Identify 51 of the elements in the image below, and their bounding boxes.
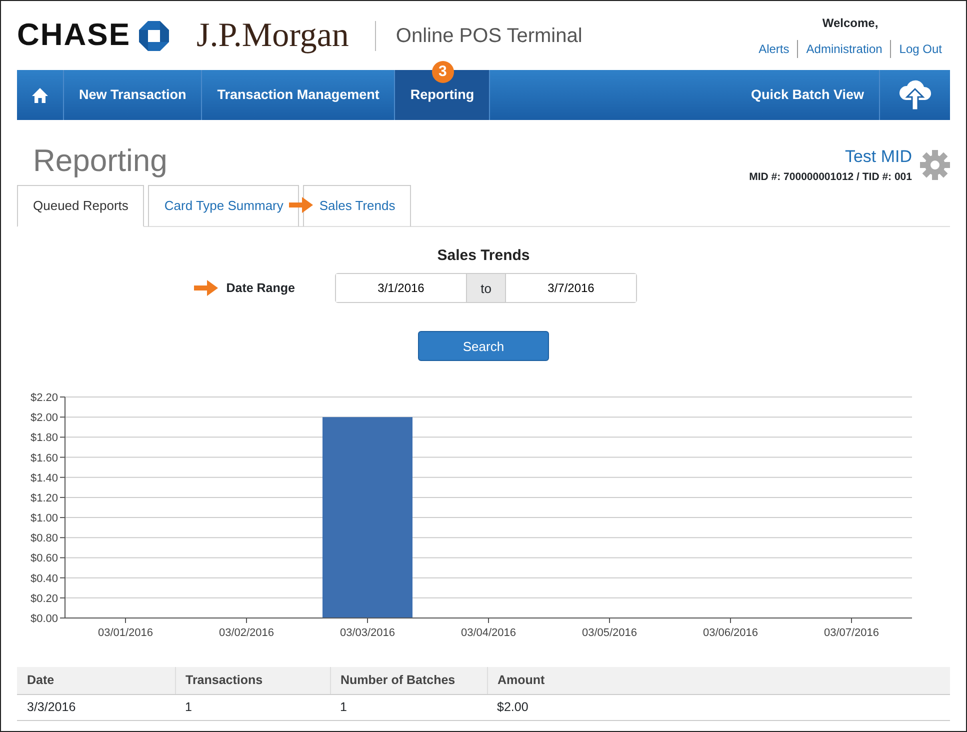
bank-logo-text: CHASE (17, 16, 131, 54)
y-tick-label: $1.20 (30, 492, 58, 505)
y-tick-label: $1.80 (30, 432, 58, 444)
column-header: Amount (487, 667, 950, 694)
date-range-label: Date Range (226, 280, 295, 297)
y-tick-label: $0.80 (30, 532, 58, 545)
table-cell: 1 (175, 694, 330, 720)
column-header: Number of Batches (330, 667, 487, 694)
y-tick-label: $0.00 (30, 613, 58, 626)
column-header: Date (17, 667, 175, 694)
merchant-name: Test MID (844, 146, 912, 168)
x-tick-label: 03/01/2016 (98, 627, 154, 640)
x-tick-label: 03/03/2016 (340, 627, 396, 640)
report-title: Sales Trends (436, 246, 531, 266)
header-link[interactable]: Log Out (890, 40, 950, 58)
x-tick-label: 03/04/2016 (460, 627, 516, 640)
x-tick-label: 03/05/2016 (582, 627, 638, 640)
table-cell: 3/3/2016 (17, 694, 175, 720)
x-tick-label: 03/06/2016 (702, 627, 758, 640)
quick-batch-link[interactable]: Quick Batch View (736, 70, 880, 120)
date-range-field[interactable]: 3/1/2016 to 3/7/2016 (335, 273, 637, 304)
home-icon (32, 88, 48, 102)
step-badge: 3 (432, 61, 454, 83)
tab[interactable]: Card Type Summary (148, 185, 300, 227)
range-separator: to (466, 274, 506, 302)
x-tick-label: 03/02/2016 (218, 627, 274, 640)
y-tick-label: $2.20 (30, 392, 58, 404)
table-cell: 1 (330, 694, 487, 720)
y-tick-label: $0.40 (30, 573, 58, 586)
x-tick-label: 03/07/2016 (824, 627, 880, 640)
header-link[interactable]: Alerts (750, 40, 798, 58)
tab[interactable]: Sales Trends (303, 185, 412, 227)
nav-item[interactable]: New Transaction (64, 70, 202, 120)
y-tick-label: $1.00 (30, 512, 58, 525)
merchant-id-text: MID #: 700000001012 / TID #: 001 (749, 170, 912, 184)
tab[interactable]: Queued Reports (17, 185, 144, 227)
page-title: Reporting (33, 142, 168, 180)
table-cell: $2.00 (487, 694, 950, 720)
cloud-upload-icon (898, 80, 932, 110)
column-header: Transactions (175, 667, 330, 694)
company-logo-text: J.P.Morgan (196, 16, 349, 56)
app-title: Online POS Terminal (374, 20, 582, 50)
octagon-logo-icon (138, 20, 169, 50)
header-link[interactable]: Administration (797, 40, 890, 58)
y-tick-label: $0.20 (30, 593, 58, 606)
search-button[interactable]: Search (418, 331, 549, 362)
y-tick-label: $1.40 (30, 472, 58, 485)
y-tick-label: $2.00 (30, 412, 58, 424)
y-tick-label: $1.60 (30, 452, 58, 465)
y-tick-label: $0.60 (30, 552, 58, 565)
welcome-text: Welcome, (821, 14, 880, 32)
